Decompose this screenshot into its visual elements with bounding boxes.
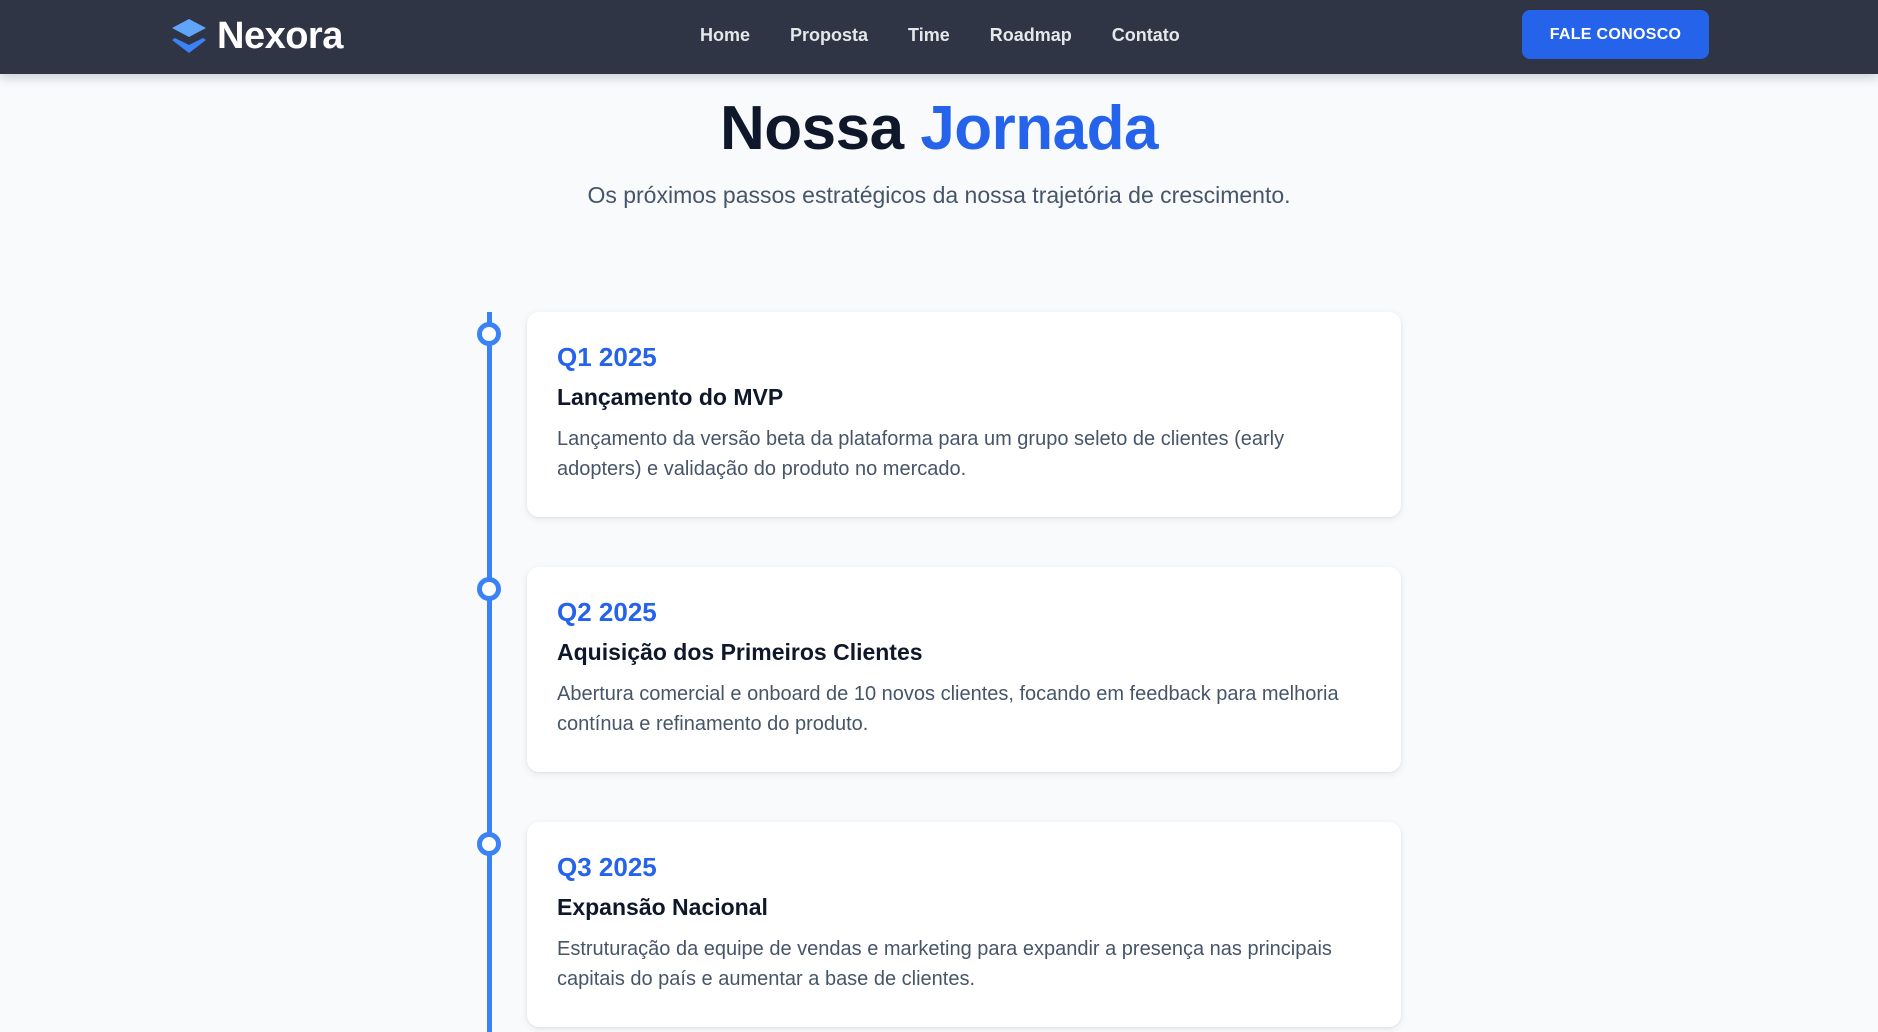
timeline-card-title: Aquisição dos Primeiros Clientes — [557, 639, 923, 665]
timeline-dot — [477, 832, 501, 856]
top-navbar: Nexora Home Proposta Time Roadmap Contat… — [0, 0, 1878, 74]
timeline-card-q3: Q3 2025 Expansão Nacional Estruturação d… — [527, 822, 1401, 1027]
timeline-card-quarter: Q2 2025 — [557, 597, 657, 627]
layers-logo-icon — [172, 19, 206, 53]
section-title-accent: Jornada — [920, 94, 1159, 163]
nav-link-proposta[interactable]: Proposta — [770, 0, 888, 70]
timeline-card-description: Abertura comercial e onboard de 10 novos… — [557, 683, 1339, 735]
timeline-card-q2: Q2 2025 Aquisição dos Primeiros Clientes… — [527, 567, 1401, 772]
timeline-card-description: Lançamento da versão beta da plataforma … — [557, 428, 1285, 480]
timeline-card-description: Estruturação da equipe de vendas e marke… — [557, 938, 1332, 990]
nav-link-roadmap[interactable]: Roadmap — [970, 0, 1092, 70]
brand-name: Nexora — [217, 15, 343, 57]
section-subtitle: Os próximos passos estratégicos da nossa… — [587, 182, 1291, 208]
section-title-main: Nossa — [719, 94, 904, 163]
timeline-dot — [477, 577, 501, 601]
timeline-card-title: Lançamento do MVP — [557, 384, 784, 410]
brand-logo[interactable]: Nexora — [171, 14, 343, 58]
timeline-dot — [477, 322, 501, 346]
nav-link-contato[interactable]: Contato — [1092, 0, 1200, 70]
section-title: Nossa Jornada — [0, 92, 1878, 166]
nav-link-home[interactable]: Home — [680, 0, 770, 70]
timeline-card-quarter: Q3 2025 — [557, 852, 657, 882]
timeline-card-q1: Q1 2025 Lançamento do MVP Lançamento da … — [527, 312, 1401, 517]
timeline-line — [487, 312, 492, 1032]
timeline-card-title: Expansão Nacional — [557, 894, 768, 920]
timeline-card-quarter: Q1 2025 — [557, 342, 657, 372]
contact-us-button[interactable]: FALE CONOSCO — [1522, 10, 1709, 59]
main-nav: Home Proposta Time Roadmap Contato — [680, 0, 1200, 70]
nav-link-time[interactable]: Time — [888, 0, 970, 70]
